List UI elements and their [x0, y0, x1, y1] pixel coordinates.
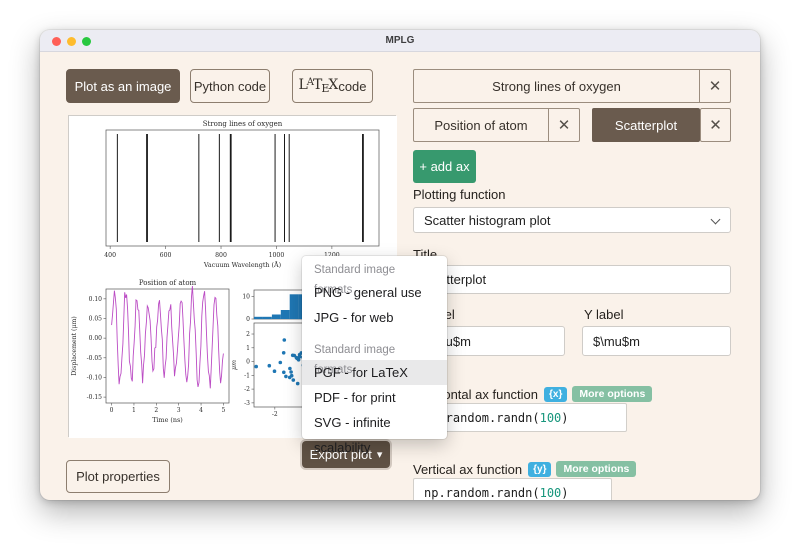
close-button[interactable] [52, 36, 61, 46]
tab-strong-lines-of-oxygen[interactable]: Strong lines of oxygen ✕ [413, 69, 731, 103]
svg-text:800: 800 [215, 252, 227, 259]
x-variable-badge: {x} [544, 387, 568, 402]
svg-text:2: 2 [246, 331, 250, 338]
code-text: ) [561, 410, 569, 425]
svg-text:μm: μm [231, 360, 238, 370]
svg-text:400: 400 [104, 252, 116, 259]
svg-text:0.05: 0.05 [89, 315, 103, 322]
svg-text:5: 5 [221, 407, 225, 414]
tab-position-of-atom[interactable]: Position of atom ✕ [413, 108, 580, 142]
more-options-button[interactable]: More options [556, 461, 637, 477]
app-window: MPLG Plot as an image Python code LATEX … [40, 30, 760, 500]
close-tab-scatterplot-icon[interactable]: ✕ [700, 108, 731, 142]
svg-text:-1: -1 [244, 372, 250, 379]
plot-as-image-button[interactable]: Plot as an image [66, 69, 180, 103]
y-label-label: Y label [584, 307, 624, 322]
zoom-button[interactable] [82, 36, 91, 46]
plotting-function-label: Plotting function [413, 187, 506, 202]
close-tab-icon[interactable]: ✕ [548, 109, 579, 141]
add-ax-button[interactable]: + add ax [413, 150, 476, 183]
svg-text:-0.05: -0.05 [87, 355, 103, 362]
svg-text:Vacuum Wavelength (Å): Vacuum Wavelength (Å) [203, 260, 281, 269]
svg-text:Displacement (μm): Displacement (μm) [71, 316, 78, 376]
titlebar: MPLG [40, 30, 760, 52]
y-label-input[interactable]: $\mu$m [582, 326, 731, 356]
window-title: MPLG [385, 35, 415, 46]
svg-text:Strong lines of oxygen: Strong lines of oxygen [203, 120, 283, 128]
screen: MPLG Plot as an image Python code LATEX … [0, 0, 800, 555]
python-code-button[interactable]: Python code [190, 69, 270, 103]
svg-text:-0.10: -0.10 [87, 374, 103, 381]
caret-down-icon: ▾ [376, 449, 383, 461]
plotting-function-value: Scatter histogram plot [424, 212, 551, 228]
plot-properties-button[interactable]: Plot properties [66, 460, 170, 493]
tab-label[interactable]: Position of atom [414, 109, 548, 141]
tab-scatterplot[interactable]: Scatterplot [592, 108, 700, 142]
menu-item-jpg[interactable]: JPG - for web [302, 305, 447, 330]
menu-section-gap [302, 330, 447, 340]
code-number: 100 [539, 486, 562, 500]
svg-text:4: 4 [199, 407, 203, 414]
menu-item-svg[interactable]: SVG - infinite scalability [302, 410, 447, 455]
menu-section-header: Standard image formats [314, 344, 396, 376]
svg-text:0: 0 [246, 359, 250, 366]
menu-item-png[interactable]: PNG - general use [302, 280, 447, 305]
menu-item-pgf[interactable]: PGF - for LaTeX [302, 360, 447, 385]
latex-code-button[interactable]: LATEX code [292, 69, 373, 103]
tab-label[interactable]: Strong lines of oxygen [414, 70, 699, 102]
code-text: np.random.randn( [424, 486, 540, 500]
svg-text:10: 10 [242, 294, 250, 301]
svg-text:3: 3 [177, 407, 181, 414]
y-label-value: $\mu$m [593, 333, 640, 349]
vertical-ax-label: Vertical ax function [413, 462, 523, 477]
svg-text:1: 1 [132, 407, 136, 414]
chevron-down-icon [712, 216, 720, 224]
latex-logo: LATEX [298, 77, 339, 95]
svg-text:-2: -2 [244, 386, 250, 393]
svg-text:0: 0 [246, 316, 250, 323]
vertical-ax-code-input[interactable]: np.random.randn(100) [413, 478, 612, 500]
svg-text:600: 600 [160, 252, 172, 259]
menu-section-header: Standard image formats [314, 264, 396, 296]
code-text: ) [561, 486, 569, 500]
svg-text:-2: -2 [272, 411, 278, 418]
export-menu: Standard image formats PNG - general use J… [302, 256, 447, 455]
minimize-button[interactable] [67, 36, 76, 46]
svg-text:1: 1 [246, 345, 250, 352]
svg-text:-0.15: -0.15 [87, 394, 103, 401]
close-tab-icon[interactable]: ✕ [699, 70, 730, 102]
menu-item-pdf[interactable]: PDF - for print [302, 385, 447, 410]
code-number: 100 [539, 410, 562, 425]
title-input[interactable]: Scatterplot [413, 265, 731, 294]
more-options-button[interactable]: More options [572, 386, 653, 402]
svg-text:0.10: 0.10 [89, 296, 103, 303]
svg-text:Time (ns): Time (ns) [152, 416, 183, 424]
latex-code-suffix: code [338, 78, 367, 94]
svg-text:2: 2 [154, 407, 158, 414]
plotting-function-select[interactable]: Scatter histogram plot [413, 207, 731, 233]
window-controls [52, 30, 91, 52]
svg-text:0.00: 0.00 [89, 335, 103, 342]
svg-text:0: 0 [110, 407, 114, 414]
svg-text:1000: 1000 [269, 252, 285, 259]
svg-text:Position of atom: Position of atom [139, 279, 197, 287]
y-variable-badge: {y} [528, 462, 552, 477]
horizontal-ax-row: Horizontal ax function {x} More options [413, 386, 653, 402]
vertical-ax-row: Vertical ax function {y} More options [413, 461, 637, 477]
svg-text:-3: -3 [244, 400, 250, 407]
